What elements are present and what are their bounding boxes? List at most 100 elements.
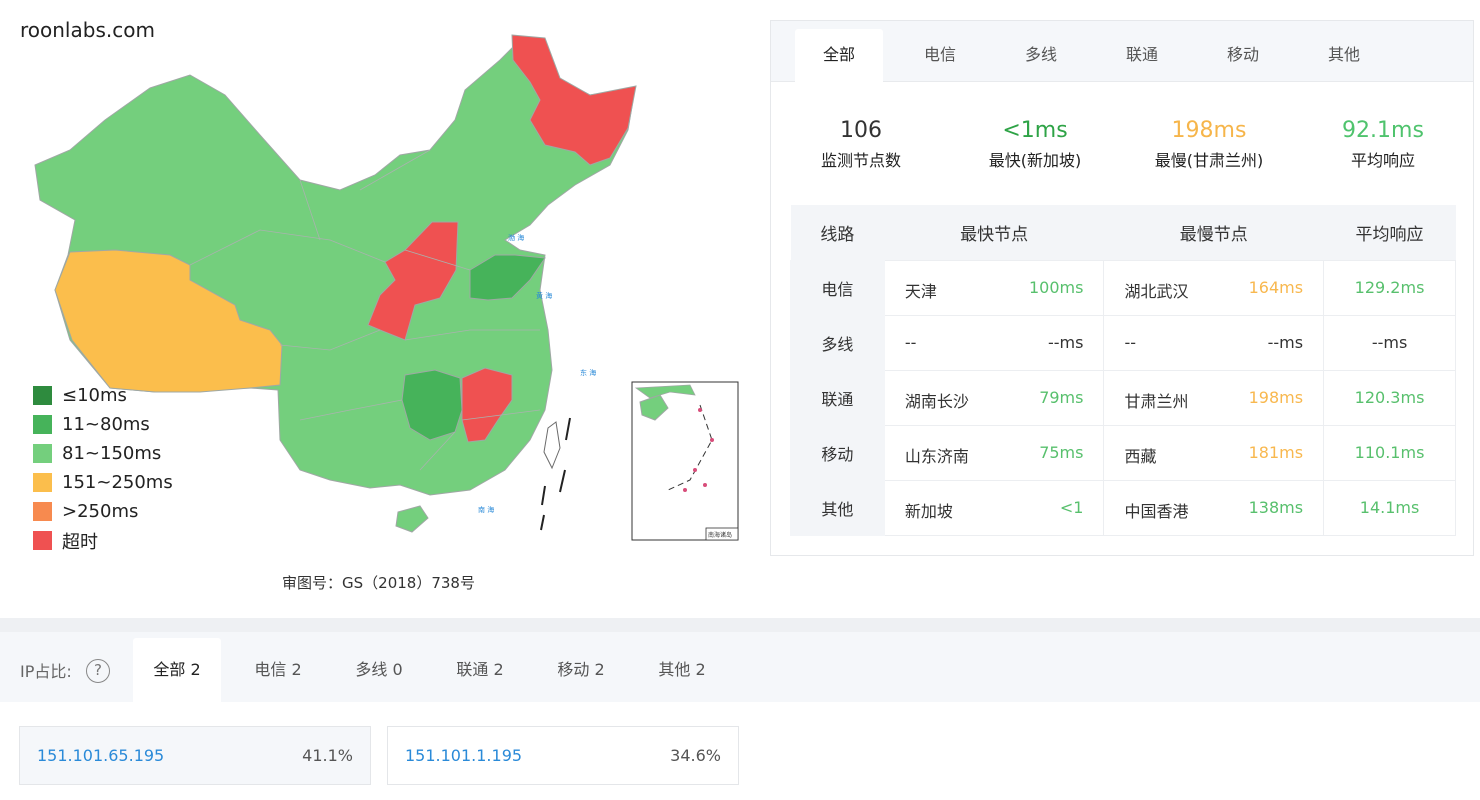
fastest-node-name: -- [904, 332, 917, 352]
section-divider [0, 618, 1480, 632]
slowest-node-name: 中国香港 [1124, 501, 1189, 521]
svg-text:黄 海: 黄 海 [536, 291, 552, 300]
svg-text:东 海: 东 海 [580, 368, 596, 377]
ip-tab-all[interactable]: 全部 2 [133, 638, 221, 702]
ip-tab-mobile[interactable]: 移动 2 [537, 638, 625, 702]
tab-all[interactable]: 全部 [795, 29, 883, 82]
route-table: 线路 最快节点 最慢节点 平均响应 电信 天津 100ms 湖北武汉 164ms 129.… [790, 205, 1456, 536]
average-cell: 120.3ms [1323, 369, 1456, 426]
inset-label: 南海诸岛 [708, 531, 732, 539]
ip-tab-telecom[interactable]: 电信 2 [234, 638, 322, 702]
legend-label: >250ms [62, 501, 139, 522]
svg-text:渤 海: 渤 海 [508, 233, 524, 242]
legend-item: ≤10ms [33, 381, 173, 410]
legend-label: 151~250ms [62, 472, 173, 493]
table-row: 电信 天津 100ms 湖北武汉 164ms 129.2ms [790, 259, 1456, 316]
line-cell: 其他 [790, 479, 885, 536]
fastest-node-name: 天津 [904, 281, 937, 301]
tab-unicom[interactable]: 联通 [1098, 29, 1186, 82]
slowest-node-ms: 181ms [1248, 442, 1304, 462]
tab-telecom[interactable]: 电信 [896, 29, 984, 82]
table-row: 移动 山东济南 75ms 西藏 181ms 110.1ms [790, 424, 1456, 481]
help-icon[interactable]: ? [86, 659, 110, 683]
tab-other[interactable]: 其他 [1300, 29, 1388, 82]
legend-item: 超时 [33, 526, 173, 555]
line-cell: 多线 [790, 314, 885, 371]
map-hainan [395, 505, 429, 533]
map-approval-caption: 审图号：GS（2018）738号 [282, 574, 475, 592]
line-cell: 联通 [790, 369, 885, 426]
fastest-node-cell: 山东济南 75ms [883, 424, 1105, 481]
slowest-node-name: 甘肃兰州 [1124, 391, 1189, 411]
slowest-node-ms: 138ms [1248, 497, 1304, 517]
average-cell: 110.1ms [1323, 424, 1456, 481]
header-line: 线路 [790, 205, 885, 260]
fastest-node-cell: -- --ms [883, 314, 1105, 371]
summary-stats: 106 监测节点数 <1ms 最快(新加坡) 198ms 最慢(甘肃兰州) 92… [771, 82, 1473, 204]
legend-swatch [33, 415, 52, 434]
fastest-node-name: 新加坡 [904, 501, 953, 521]
ip-tab-unicom[interactable]: 联通 2 [436, 638, 524, 702]
legend-swatch [33, 386, 52, 405]
fastest-node-ms: --ms [1048, 332, 1084, 352]
ip-card[interactable]: 151.101.65.195 41.1% [19, 726, 371, 785]
latency-map-panel: 渤 海 黄 海 东 海 南 海 南海诸岛 roonlabs.com ≤10ms 1… [0, 0, 760, 615]
ip-address-link[interactable]: 151.101.65.195 [37, 746, 164, 765]
legend-swatch [33, 473, 52, 492]
ip-tab-other[interactable]: 其他 2 [638, 638, 726, 702]
header-fastest: 最快节点 [884, 205, 1104, 260]
table-row: 其他 新加坡 <1 中国香港 138ms 14.1ms [790, 479, 1456, 536]
stats-panel: 全部 电信 多线 联通 移动 其他 106 监测节点数 <1ms 最快(新加坡)… [770, 20, 1474, 556]
average-label: 平均响应 [1350, 151, 1415, 170]
slowest-node-name: 湖北武汉 [1124, 281, 1189, 301]
legend-label: ≤10ms [62, 385, 127, 406]
ip-card[interactable]: 151.101.1.195 34.6% [387, 726, 739, 785]
fastest-value: <1ms [1002, 118, 1068, 143]
ip-share-label: IP占比: [20, 662, 72, 681]
average-value: 92.1ms [1342, 118, 1424, 143]
map-taiwan [543, 421, 561, 470]
slowest-node-ms: 164ms [1248, 277, 1304, 297]
legend-item: >250ms [33, 497, 173, 526]
legend-label: 11~80ms [62, 414, 150, 435]
fastest-node-ms: 75ms [1039, 442, 1084, 462]
slowest-label: 最慢(甘肃兰州) [1154, 151, 1264, 170]
tab-multiline[interactable]: 多线 [997, 29, 1085, 82]
average-cell: 129.2ms [1323, 259, 1456, 316]
summary-fastest: <1ms 最快(新加坡) [945, 116, 1125, 171]
fastest-label: 最快(新加坡) [988, 151, 1082, 170]
legend-label: 超时 [62, 531, 98, 553]
slowest-node-name: 西藏 [1124, 446, 1157, 466]
slowest-value: 198ms [1171, 118, 1247, 143]
slowest-node-cell: -- --ms [1103, 314, 1325, 371]
node-count-value: 106 [840, 118, 882, 143]
legend-swatch [33, 502, 52, 521]
summary-slowest: 198ms 最慢(甘肃兰州) [1119, 116, 1299, 171]
legend-swatch [33, 531, 52, 550]
slowest-node-cell: 甘肃兰州 198ms [1103, 369, 1325, 426]
site-name: roonlabs.com [20, 18, 155, 42]
table-header-row: 线路 最快节点 最慢节点 平均响应 [790, 205, 1456, 260]
summary-average: 92.1ms 平均响应 [1293, 116, 1473, 171]
line-tabs: 全部 电信 多线 联通 移动 其他 [771, 21, 1473, 82]
slowest-node-ms: 198ms [1248, 387, 1304, 407]
legend-item: 151~250ms [33, 468, 173, 497]
table-row: 多线 -- --ms -- --ms --ms [790, 314, 1456, 371]
fastest-node-name: 湖南长沙 [904, 391, 969, 411]
legend-swatch [33, 444, 52, 463]
ip-share-bar: IP占比: ? 全部 2 电信 2 多线 0 联通 2 移动 2 其他 2 [0, 632, 1480, 702]
ip-address-link[interactable]: 151.101.1.195 [405, 746, 522, 765]
node-count-label: 监测节点数 [820, 151, 901, 170]
slowest-node-ms: --ms [1267, 332, 1304, 352]
header-average: 平均响应 [1323, 205, 1456, 260]
ip-percent: 34.6% [670, 746, 721, 765]
fastest-node-name: 山东济南 [904, 446, 969, 466]
tab-mobile[interactable]: 移动 [1199, 29, 1287, 82]
average-cell: --ms [1323, 314, 1456, 371]
fastest-node-cell: 天津 100ms [883, 259, 1105, 316]
fastest-node-ms: 79ms [1039, 387, 1084, 407]
ip-tab-multiline[interactable]: 多线 0 [335, 638, 423, 702]
fastest-node-cell: 湖南长沙 79ms [883, 369, 1105, 426]
fastest-node-ms: 100ms [1029, 277, 1084, 297]
latency-legend: ≤10ms 11~80ms 81~150ms 151~250ms >250ms 超时 [33, 381, 173, 555]
